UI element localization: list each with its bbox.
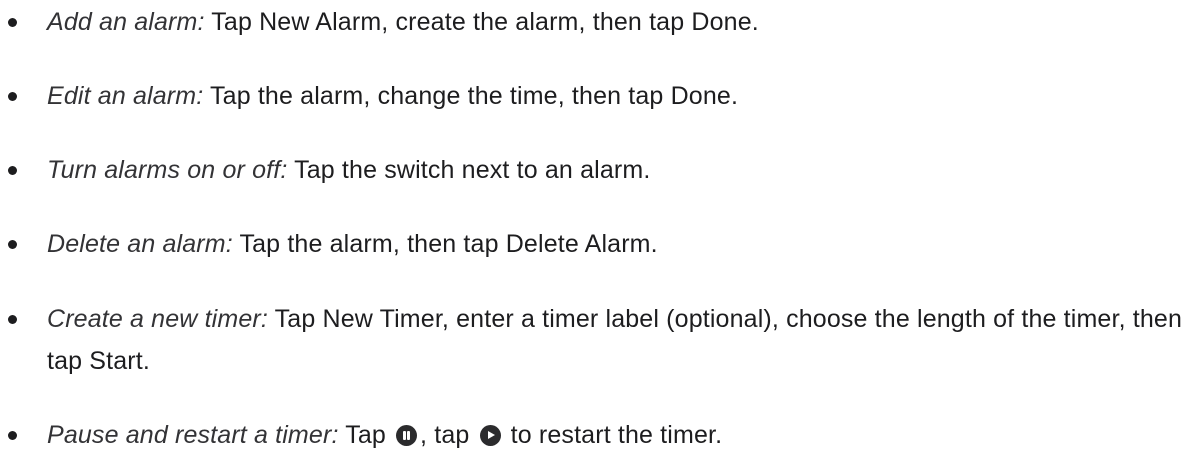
item-term: Add an alarm: — [47, 8, 205, 36]
list-item-text: Add an alarm: Tap New Alarm, create the … — [47, 1, 1197, 43]
play-circle-icon — [479, 425, 501, 446]
list-item-text: Pause and restart a timer: Tap , tap to … — [47, 414, 1197, 456]
list-item-text: Delete an alarm: Tap the alarm, then tap… — [47, 223, 1197, 265]
item-term: Delete an alarm: — [47, 230, 233, 258]
item-description-end: to restart the timer. — [503, 421, 723, 449]
item-term: Edit an alarm: — [47, 82, 204, 110]
item-description: Tap the alarm, change the time, then tap… — [203, 82, 739, 110]
item-description-start: Tap — [338, 421, 394, 449]
list-item-text: Create a new timer: Tap New Timer, enter… — [47, 298, 1197, 382]
item-description: Tap New Alarm, create the alarm, then ta… — [204, 8, 759, 36]
list-item-text: Turn alarms on or off: Tap the switch ne… — [47, 149, 1197, 191]
bullet-icon — [8, 18, 17, 27]
bullet-icon — [8, 315, 17, 324]
list-item: Delete an alarm: Tap the alarm, then tap… — [0, 223, 1202, 265]
pause-circle-icon — [396, 425, 418, 446]
bullet-icon — [8, 166, 17, 175]
item-term: Turn alarms on or off: — [47, 156, 288, 184]
list-item-text: Edit an alarm: Tap the alarm, change the… — [47, 75, 1197, 117]
list-item: Edit an alarm: Tap the alarm, change the… — [0, 75, 1202, 117]
bullet-icon — [8, 431, 17, 440]
list-item: Pause and restart a timer: Tap , tap to … — [0, 414, 1202, 456]
list-item: Add an alarm: Tap New Alarm, create the … — [0, 1, 1202, 43]
item-description: Tap the switch next to an alarm. — [287, 156, 651, 184]
item-description: Tap the alarm, then tap Delete Alarm. — [232, 230, 658, 258]
bullet-icon — [8, 92, 17, 101]
item-term: Pause and restart a timer: — [47, 421, 339, 449]
list-item: Create a new timer: Tap New Timer, enter… — [0, 298, 1202, 382]
item-term: Create a new timer: — [47, 305, 268, 333]
item-description-middle: , tap — [420, 421, 477, 449]
list-item: Turn alarms on or off: Tap the switch ne… — [0, 149, 1202, 191]
bullet-icon — [8, 240, 17, 249]
